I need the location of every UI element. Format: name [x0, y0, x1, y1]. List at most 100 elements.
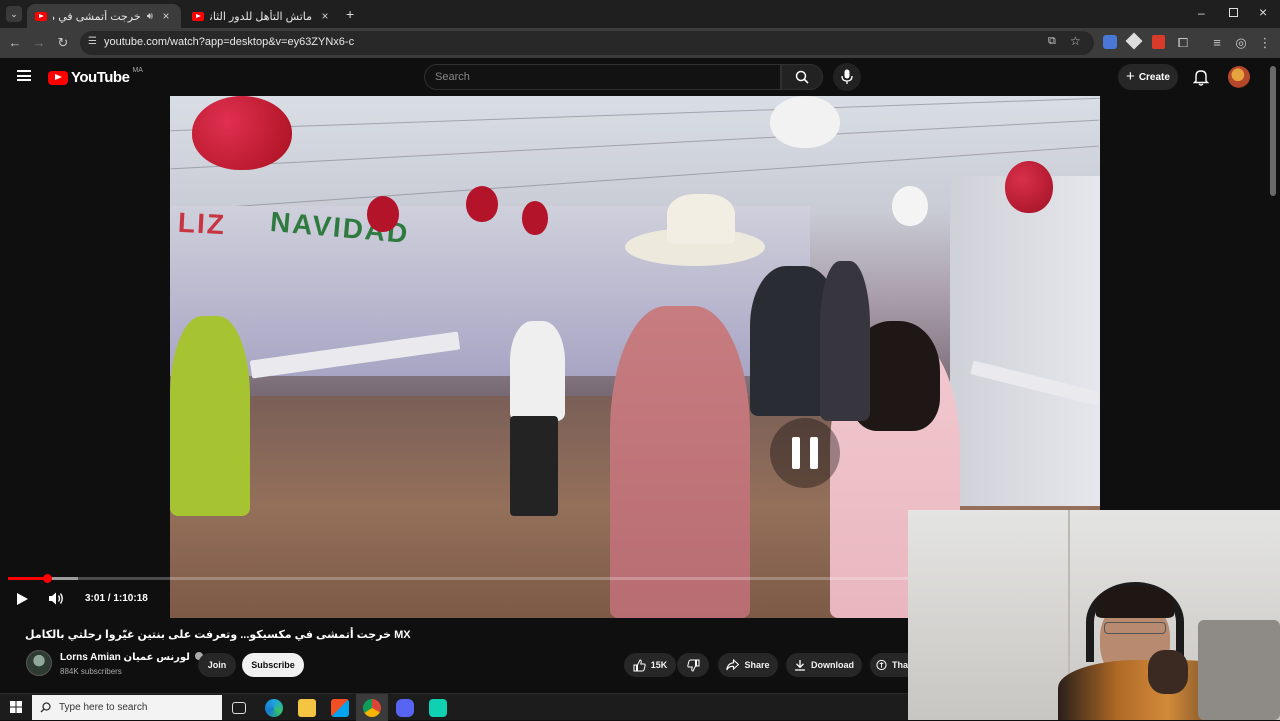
- create-button[interactable]: + Create: [1118, 64, 1178, 90]
- logo-text: YouTube: [71, 69, 130, 86]
- thumbs-up-icon: [633, 658, 646, 671]
- youtube-play-icon: [48, 70, 68, 85]
- youtube-logo[interactable]: YouTube MA: [48, 67, 143, 86]
- edge-browser-icon[interactable]: [265, 699, 283, 717]
- channel-name-text: Lorns Amian لورنس عميان: [60, 652, 190, 663]
- account-avatar[interactable]: [1228, 66, 1250, 88]
- play-icon[interactable]: [15, 592, 29, 606]
- translate-extension-icon[interactable]: [1103, 35, 1117, 49]
- site-info-icon[interactable]: ☰: [88, 36, 97, 47]
- close-tab-icon[interactable]: ×: [159, 9, 173, 23]
- thanks-label: Tha: [891, 660, 908, 670]
- page-scrollbar[interactable]: [1270, 66, 1276, 196]
- country-code: MA: [132, 67, 143, 74]
- microphone-icon: [841, 69, 853, 84]
- youtube-favicon-icon: [35, 11, 47, 21]
- chair: [1198, 620, 1280, 720]
- subscribe-button[interactable]: Subscribe: [242, 653, 304, 677]
- media-controls-icon[interactable]: ≡: [1209, 35, 1225, 51]
- new-tab-icon[interactable]: +: [346, 6, 354, 22]
- progress-bar[interactable]: [8, 577, 908, 580]
- hamburger-menu-icon[interactable]: [17, 70, 31, 81]
- share-label: Share: [744, 660, 770, 670]
- video-title: خرجت أتمشى في مكسيكو... وتعرفت على بنتين…: [25, 629, 411, 641]
- share-button[interactable]: Share: [718, 653, 778, 677]
- notifications-bell-icon[interactable]: [1193, 69, 1209, 86]
- task-view-icon[interactable]: [232, 702, 246, 714]
- thanks-icon: [876, 659, 887, 671]
- browser-toolbar: ← → ↻ ☰ youtube.com/watch?app=desktop&v=…: [0, 28, 1280, 58]
- install-icon[interactable]: ⧉: [1048, 35, 1056, 48]
- pause-bar-left-icon: [792, 437, 800, 469]
- browser-tab[interactable]: ماتش التأهل للدور الثاني؟ التشكـ ×: [184, 4, 340, 28]
- red-balloon: [192, 96, 292, 170]
- join-label: Join: [207, 660, 227, 670]
- browser-menu-icon[interactable]: ⋮: [1257, 35, 1273, 51]
- woman-green-sweater: [170, 316, 250, 516]
- search-icon: [40, 702, 51, 713]
- like-count: 15K: [650, 660, 668, 670]
- pdf-extension-icon[interactable]: [1152, 35, 1165, 49]
- browser-tab-active[interactable]: خرجت أتمشى في مكسيكو... 🔊︎ ×: [27, 4, 181, 28]
- share-icon: [726, 659, 740, 671]
- browser-tab-strip: ⌄ خرجت أتمشى في مكسيكو... 🔊︎ × ماتش التأ…: [0, 0, 1280, 28]
- channel-name[interactable]: Lorns Amian لورنس عميان: [60, 652, 203, 663]
- search-button[interactable]: [781, 64, 823, 90]
- ceiling-grid: [170, 119, 1100, 170]
- pause-bar-right-icon: [810, 437, 818, 469]
- download-button[interactable]: Download: [786, 653, 862, 677]
- search-input[interactable]: Search: [424, 64, 781, 90]
- streamer-hand: [1148, 650, 1188, 694]
- feliz-navidad-banner: LIZ: [177, 206, 227, 241]
- time-display: 3:01 / 1:10:18: [85, 593, 148, 604]
- close-tab-icon[interactable]: ×: [318, 9, 332, 23]
- join-button[interactable]: Join: [198, 653, 236, 677]
- red-balloon: [466, 186, 498, 222]
- url-text: youtube.com/watch?app=desktop&v=ey63ZYNx…: [104, 36, 355, 48]
- extensions-puzzle-icon[interactable]: ⧠: [1175, 35, 1191, 51]
- address-bar[interactable]: ☰ youtube.com/watch?app=desktop&v=ey63ZY…: [80, 31, 1094, 55]
- red-balloon: [367, 196, 399, 232]
- thanks-button[interactable]: Tha: [870, 653, 908, 677]
- windows-start-icon[interactable]: [10, 701, 22, 713]
- white-balloon: [892, 186, 928, 226]
- extension-icon[interactable]: [1125, 32, 1143, 50]
- webcam-overlay: [908, 510, 1280, 720]
- create-label: Create: [1138, 71, 1170, 83]
- channel-avatar[interactable]: [26, 650, 52, 676]
- man-pink-shirt: [610, 306, 750, 618]
- subscriber-count: 884K subscribers: [60, 667, 122, 676]
- search-icon: [795, 70, 809, 84]
- windows-taskbar: Type here to search: [0, 693, 908, 721]
- discord-icon[interactable]: [396, 699, 414, 717]
- reload-icon[interactable]: ↻: [55, 35, 71, 51]
- right-wall: [950, 176, 1100, 506]
- scrubber-handle[interactable]: [43, 574, 52, 583]
- forward-icon[interactable]: →: [31, 35, 47, 51]
- thumbs-down-icon: [686, 659, 699, 672]
- search-placeholder: Search: [435, 71, 470, 83]
- dislike-button[interactable]: [677, 653, 709, 677]
- close-window-icon[interactable]: ×: [1259, 4, 1267, 20]
- plus-icon: +: [1126, 68, 1135, 85]
- microsoft-store-icon[interactable]: [331, 699, 349, 717]
- voice-search-button[interactable]: [833, 63, 861, 91]
- file-explorer-icon[interactable]: [298, 699, 316, 717]
- minimize-icon[interactable]: –: [1198, 6, 1205, 20]
- download-label: Download: [811, 660, 854, 670]
- bookmark-star-icon[interactable]: ☆: [1070, 34, 1081, 48]
- tab-title: خرجت أتمشى في مكسيكو...: [53, 10, 141, 23]
- taskbar-search-placeholder: Type here to search: [59, 702, 148, 713]
- like-button[interactable]: 15K: [624, 653, 676, 677]
- capcut-icon[interactable]: [429, 699, 447, 717]
- chrome-browser-icon[interactable]: [363, 699, 381, 717]
- guest-white-shirt: [510, 321, 565, 421]
- back-icon[interactable]: ←: [7, 35, 23, 51]
- tab-search-button[interactable]: ⌄: [6, 6, 22, 22]
- profile-icon[interactable]: ◎: [1233, 35, 1249, 51]
- pause-overlay-button[interactable]: [770, 418, 840, 488]
- download-icon: [795, 660, 805, 671]
- volume-icon[interactable]: [48, 591, 65, 606]
- restore-icon[interactable]: [1229, 8, 1238, 17]
- taskbar-search-box[interactable]: Type here to search: [32, 695, 222, 720]
